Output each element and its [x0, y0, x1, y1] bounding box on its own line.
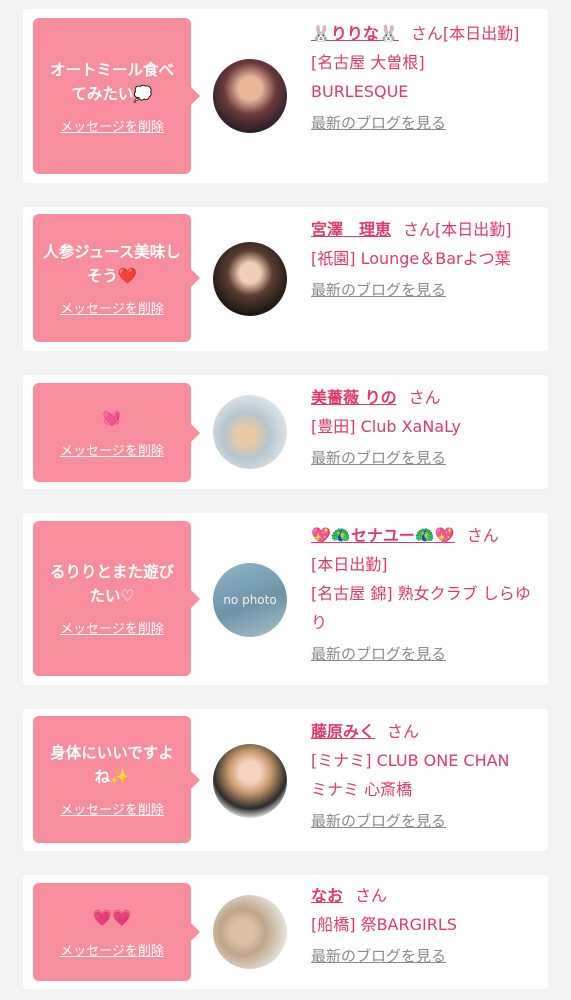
delete-message-link[interactable]: メッセージを削除 [60, 618, 164, 637]
attendance-status: [本日出勤] [435, 220, 512, 239]
cast-info: 💖🦚セナユー🦚💖 さん [本日出勤] [名古屋 錦] 熟女クラブ しらゆり 最新の… [311, 521, 543, 664]
shop-info: [ミナミ] CLUB ONE CHAN ミナミ 心斎橋 [311, 751, 510, 799]
shop-info: [祇園] Lounge＆Barよつ葉 [311, 249, 511, 268]
cast-info: なお さん [船橋] 祭BARGIRLS 最新のブログを見る [311, 881, 543, 966]
cast-info: 宮澤 理恵 さん[本日出勤] [祇園] Lounge＆Barよつ葉 最新のブログを… [311, 215, 543, 300]
message-card: るりりとまた遊びたい♡ メッセージを削除 no photo 💖🦚セナユー🦚💖 さん… [23, 513, 548, 685]
attendance-status: [本日出勤] [311, 555, 388, 574]
latest-blog-link[interactable]: 最新のブログを見る [311, 810, 543, 831]
message-text: 身体にいいですよね✨ [50, 744, 174, 786]
message-bubble: 身体にいいですよね✨ メッセージを削除 [33, 716, 200, 843]
message-bubble: 💗💗 メッセージを削除 [33, 883, 200, 981]
cast-name-link[interactable]: 💖🦚セナユー🦚💖 [311, 526, 455, 545]
message-card: 💗💗 メッセージを削除 なお さん [船橋] 祭BARGIRLS 最新のブログを見… [23, 875, 548, 989]
honorific: さん [466, 526, 499, 545]
message-bubble: 人参ジュース美味しそう❤️ メッセージを削除 [33, 214, 200, 342]
avatar[interactable] [213, 895, 287, 969]
message-card: オートミール食べてみたい💭 メッセージを削除 🐰りりな🐰 さん[本日出勤] [名古… [23, 9, 548, 183]
honorific: さん [355, 886, 388, 905]
message-card: 人参ジュース美味しそう❤️ メッセージを削除 宮澤 理恵 さん[本日出勤] [祇園… [23, 207, 548, 351]
cast-info: 🐰りりな🐰 さん[本日出勤] [名古屋 大曽根] BURLESQUE 最新のブログ… [311, 19, 543, 133]
honorific: さん [403, 220, 436, 239]
latest-blog-link[interactable]: 最新のブログを見る [311, 945, 543, 966]
message-card: 💓 メッセージを削除 美薔薇 りの さん [豊田] Club XaNaLy 最新の… [23, 375, 548, 489]
avatar[interactable] [213, 395, 287, 469]
cast-name-link[interactable]: 美薔薇 りの [311, 388, 397, 407]
shop-info: [船橋] 祭BARGIRLS [311, 915, 457, 934]
latest-blog-link[interactable]: 最新のブログを見る [311, 112, 543, 133]
latest-blog-link[interactable]: 最新のブログを見る [311, 279, 543, 300]
shop-info: [名古屋 大曽根] BURLESQUE [311, 53, 425, 101]
message-bubble: 💓 メッセージを削除 [33, 383, 200, 482]
delete-message-link[interactable]: メッセージを削除 [60, 940, 164, 959]
cast-name-link[interactable]: 宮澤 理恵 [311, 220, 391, 239]
message-text: 💗💗 [92, 908, 132, 927]
message-text: 💓 [102, 409, 122, 427]
avatar[interactable] [213, 744, 287, 818]
delete-message-link[interactable]: メッセージを削除 [60, 799, 164, 818]
attendance-status: [本日出勤] [442, 24, 520, 43]
latest-blog-link[interactable]: 最新のブログを見る [311, 643, 543, 664]
cast-info: 藤原みく さん [ミナミ] CLUB ONE CHAN ミナミ 心斎橋 最新のブロ… [311, 717, 543, 831]
message-text: るりりとまた遊びたい♡ [49, 563, 174, 605]
latest-blog-link[interactable]: 最新のブログを見る [311, 447, 543, 468]
honorific: さん [387, 722, 420, 741]
shop-info: [名古屋 錦] 熟女クラブ しらゆり [311, 584, 531, 632]
message-bubble: オートミール食べてみたい💭 メッセージを削除 [33, 18, 200, 174]
avatar[interactable] [213, 59, 287, 133]
cast-name-link[interactable]: 藤原みく [311, 722, 375, 741]
message-text: オートミール食べてみたい💭 [49, 60, 174, 103]
honorific: さん [408, 388, 441, 407]
cast-name-link[interactable]: なお [311, 886, 343, 905]
message-bubble: るりりとまた遊びたい♡ メッセージを削除 [33, 521, 200, 676]
honorific: さん [410, 24, 443, 43]
delete-message-link[interactable]: メッセージを削除 [60, 440, 164, 459]
cast-info: 美薔薇 りの さん [豊田] Club XaNaLy 最新のブログを見る [311, 383, 543, 468]
avatar[interactable] [213, 242, 287, 316]
delete-message-link[interactable]: メッセージを削除 [60, 116, 164, 135]
no-photo-text: no photo [223, 593, 277, 607]
message-text: 人参ジュース美味しそう❤️ [43, 242, 181, 285]
cast-name-link[interactable]: 🐰りりな🐰 [311, 24, 399, 43]
message-card: 身体にいいですよね✨ メッセージを削除 藤原みく さん [ミナミ] CLUB ON… [23, 709, 548, 851]
shop-info: [豊田] Club XaNaLy [311, 417, 462, 436]
delete-message-link[interactable]: メッセージを削除 [60, 298, 164, 317]
avatar-no-photo[interactable]: no photo [213, 563, 287, 637]
